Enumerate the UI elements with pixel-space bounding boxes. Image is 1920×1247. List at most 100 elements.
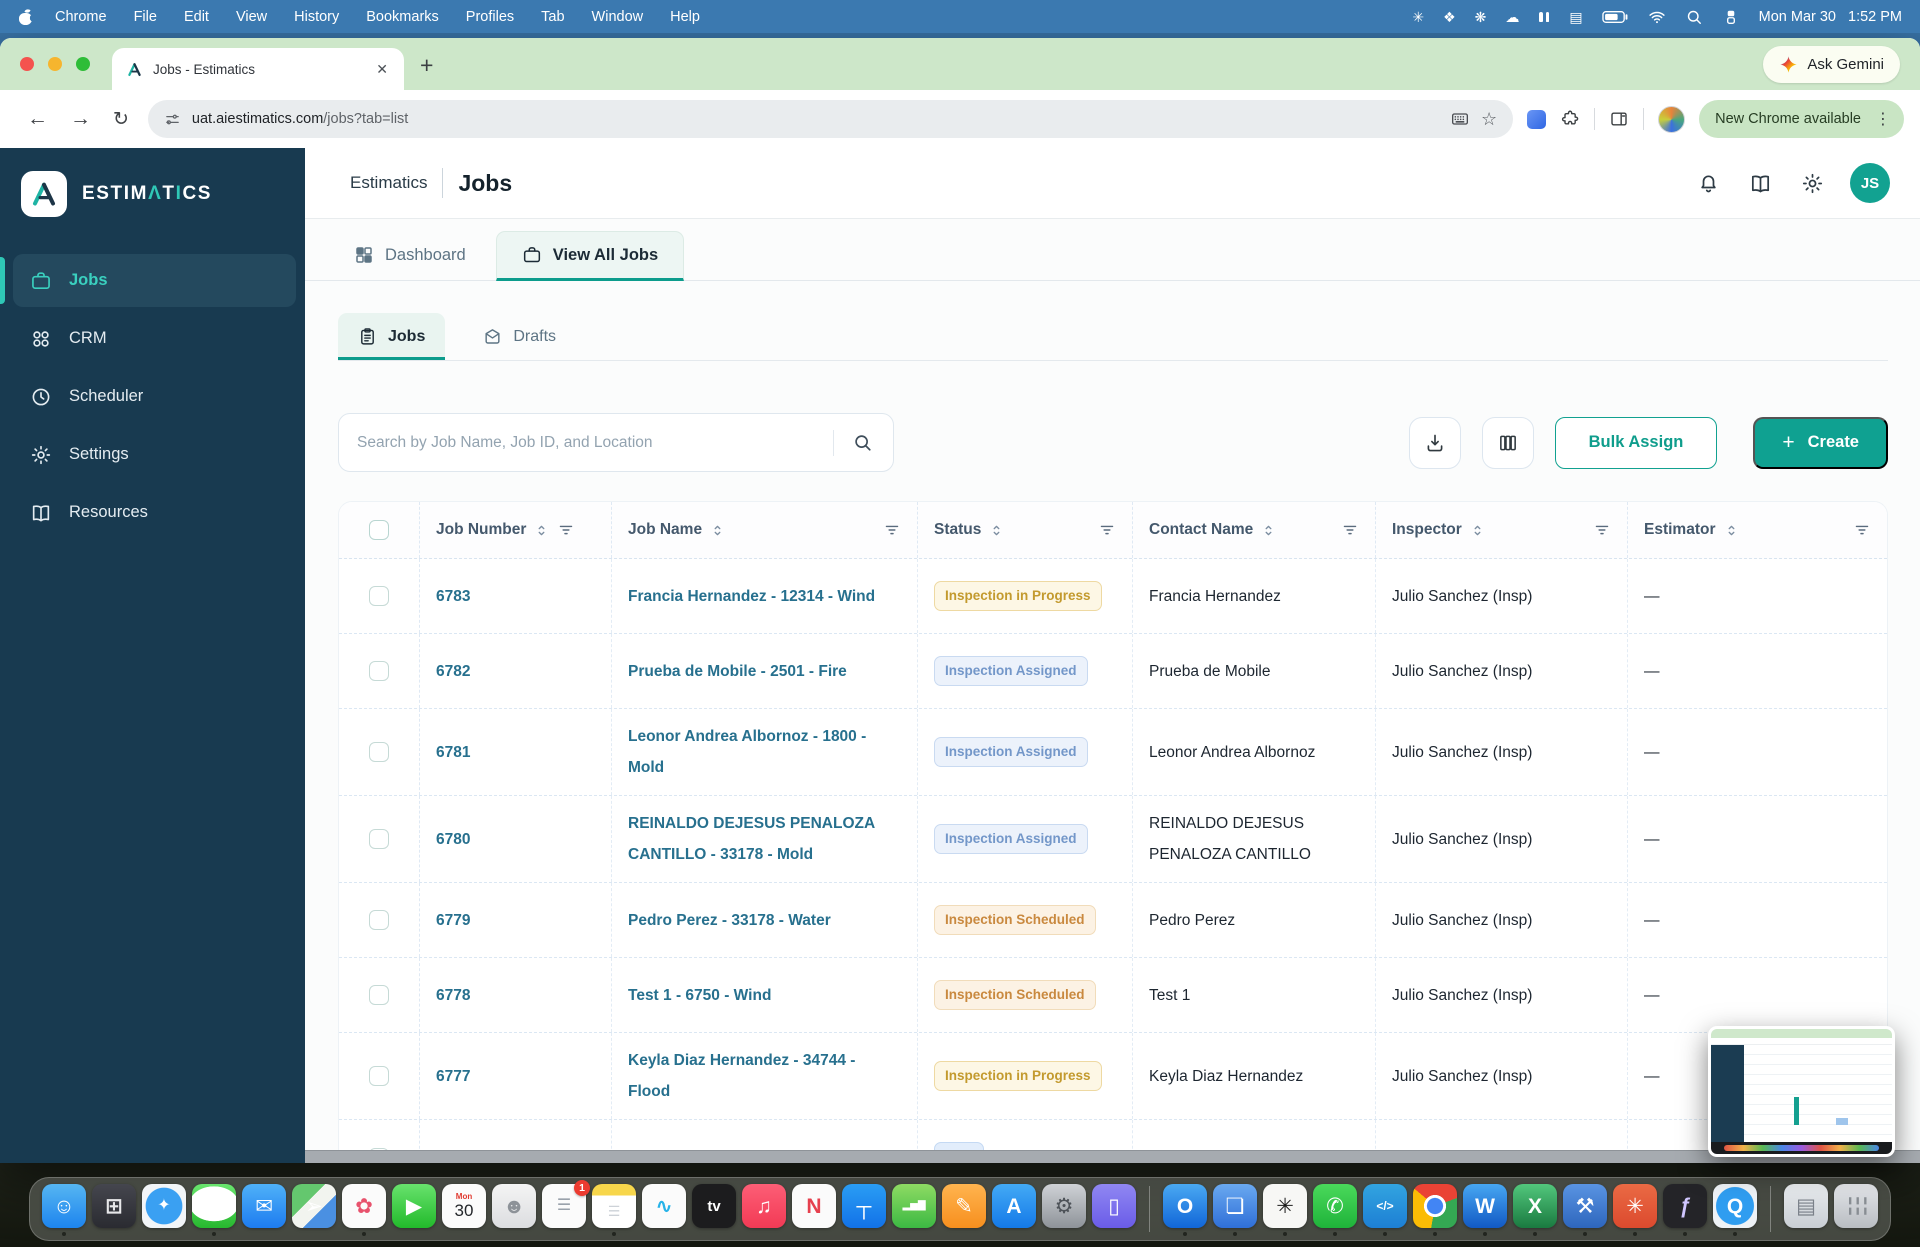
sidebar-item[interactable]: Jobs	[13, 254, 296, 307]
table-row[interactable]: 6779 Pedro Perez - 33178 - Water Inspect…	[339, 883, 1887, 958]
site-settings-icon[interactable]	[164, 111, 181, 128]
new-chrome-available-button[interactable]: New Chrome available ⋮	[1699, 100, 1904, 138]
table-row[interactable]: 6780 REINALDO DEJESUS PENALOZA CANTILLO …	[339, 796, 1887, 883]
tab-groups-icon[interactable]	[1527, 110, 1546, 129]
spotlight-icon[interactable]	[1685, 8, 1703, 26]
dock-app-mail[interactable]: ✉	[242, 1181, 286, 1237]
select-all-checkbox[interactable]	[369, 520, 389, 540]
battery-icon[interactable]	[1602, 10, 1629, 24]
job-name-link[interactable]: Prueba de Mobile - 2501 - Fire	[612, 634, 918, 708]
menubar-menu-item[interactable]: Chrome	[55, 9, 107, 25]
table-row[interactable]: 6782 Prueba de Mobile - 2501 - Fire Insp…	[339, 634, 1887, 709]
filter-icon[interactable]	[883, 521, 901, 539]
window-zoom-button[interactable]	[76, 57, 90, 71]
job-name-link[interactable]: Francia Hernandez - 12314 - Wind	[612, 559, 918, 633]
job-name-link[interactable]: abcd - 90210 - Asbestos	[612, 1120, 918, 1150]
filter-icon[interactable]	[1098, 521, 1116, 539]
dock-app-safari[interactable]: ✦	[142, 1181, 186, 1237]
table-row[interactable]: 6783 Francia Hernandez - 12314 - Wind In…	[339, 559, 1887, 634]
table-row[interactable]: 6781 Leonor Andrea Albornoz - 1800 - Mol…	[339, 709, 1887, 796]
dock-app-bluefolders[interactable]: ❏	[1213, 1181, 1257, 1237]
dock-app-freeform[interactable]: ∿	[642, 1181, 686, 1237]
side-panel-icon[interactable]	[1609, 109, 1629, 129]
dock-app-messages[interactable]	[192, 1181, 236, 1237]
package-icon[interactable]: ▤	[1569, 10, 1582, 24]
sidebar-item[interactable]: Resources	[13, 486, 296, 539]
page-tab[interactable]: Dashboard	[350, 230, 470, 280]
menubar-menu-item[interactable]: Window	[592, 9, 644, 25]
export-download-button[interactable]	[1409, 417, 1461, 469]
job-number-link[interactable]: 6779	[420, 883, 612, 957]
dock-app-finder[interactable]: ☺	[42, 1181, 86, 1237]
dock-app-trash[interactable]: ☷	[1834, 1181, 1878, 1237]
docs-book-icon[interactable]	[1749, 172, 1772, 195]
dock-app-excel[interactable]: X	[1513, 1181, 1557, 1237]
keyboard-icon[interactable]	[1450, 109, 1470, 129]
list-subtab[interactable]: Jobs	[338, 313, 445, 360]
dock-app-vscode[interactable]: </>	[1363, 1181, 1407, 1237]
menubar-clock[interactable]: Mon Mar 30 1:52 PM	[1759, 9, 1902, 25]
menubar-menu-item[interactable]: History	[294, 9, 339, 25]
brand[interactable]: ESTIMΛTICS	[0, 171, 305, 217]
row-checkbox[interactable]	[369, 985, 389, 1005]
menubar-menu-item[interactable]: View	[236, 9, 267, 25]
wifi-icon[interactable]	[1648, 8, 1666, 26]
row-checkbox[interactable]	[369, 1066, 389, 1086]
job-number-link[interactable]: 6782	[420, 634, 612, 708]
filter-icon[interactable]	[557, 521, 575, 539]
search-input[interactable]	[357, 434, 823, 452]
bookmark-star-icon[interactable]: ☆	[1481, 109, 1497, 130]
dock-app-music[interactable]: ♫	[742, 1181, 786, 1237]
dock-app-contacts[interactable]: ☻	[492, 1181, 536, 1237]
back-button[interactable]: ←	[16, 107, 59, 131]
menubar-menu-item[interactable]: File	[134, 9, 157, 25]
row-checkbox[interactable]	[369, 586, 389, 606]
search-box[interactable]	[338, 413, 894, 472]
dock-app-calendar[interactable]: Mon30	[442, 1181, 486, 1237]
bulk-assign-button[interactable]: Bulk Assign	[1555, 417, 1718, 469]
dock-app-appstore[interactable]: A	[992, 1181, 1036, 1237]
sort-icon[interactable]	[709, 522, 726, 539]
openai-icon[interactable]: ❋	[1475, 10, 1487, 24]
dock-app-keynote[interactable]: ┬	[842, 1181, 886, 1237]
column-header[interactable]: Job Name	[612, 502, 918, 558]
job-number-link[interactable]: 6783	[420, 559, 612, 633]
browser-tab[interactable]: Jobs - Estimatics ✕	[112, 48, 404, 90]
dock-app-downloads[interactable]: ▤	[1784, 1181, 1828, 1237]
create-button[interactable]: +Create	[1753, 417, 1888, 469]
window-minimize-button[interactable]	[48, 57, 62, 71]
settings-gear-icon[interactable]	[1801, 172, 1824, 195]
airpods-icon[interactable]	[1538, 11, 1550, 23]
dock-app-maps[interactable]: ➢	[292, 1181, 336, 1237]
dock-app-pages[interactable]: ✎	[942, 1181, 986, 1237]
sidebar-item[interactable]: Scheduler	[13, 370, 296, 423]
job-number-link[interactable]: 6776	[420, 1120, 612, 1150]
sort-icon[interactable]	[1469, 522, 1486, 539]
table-row[interactable]: 6777 Keyla Diaz Hernandez - 34744 - Floo…	[339, 1033, 1887, 1120]
screen-share-preview[interactable]	[1708, 1026, 1895, 1157]
dock-app-news[interactable]: N	[792, 1181, 836, 1237]
notifications-bell-icon[interactable]	[1697, 172, 1720, 195]
sort-icon[interactable]	[988, 522, 1005, 539]
filter-icon[interactable]	[1593, 521, 1611, 539]
dock-app-iphonemirror[interactable]: ▯	[1092, 1181, 1136, 1237]
column-header[interactable]: Job Number	[420, 502, 612, 558]
dock-app-facetime[interactable]: ▶	[392, 1181, 436, 1237]
dock-app-launchpad[interactable]: ⊞	[92, 1181, 136, 1237]
table-row[interactable]: 6776 abcd - 90210 - Asbestos New abcd — …	[339, 1120, 1887, 1150]
dock-app-notes[interactable]: ☰	[592, 1181, 636, 1237]
dock-app-syssettings[interactable]: ⚙	[1042, 1181, 1086, 1237]
row-checkbox[interactable]	[369, 910, 389, 930]
sort-icon[interactable]	[533, 522, 550, 539]
job-name-link[interactable]: Pedro Perez - 33178 - Water	[612, 883, 918, 957]
dock-app-figma[interactable]: ƒ	[1663, 1181, 1707, 1237]
dock-app-numbers[interactable]: ▂▅▇	[892, 1181, 936, 1237]
window-close-button[interactable]	[20, 57, 34, 71]
menubar-menu-item[interactable]: Edit	[184, 9, 209, 25]
list-subtab[interactable]: Drafts	[463, 313, 576, 360]
dock-app-whatsapp[interactable]: ✆	[1313, 1181, 1357, 1237]
column-header[interactable]: Contact Name	[1133, 502, 1376, 558]
forward-button[interactable]: →	[59, 107, 102, 131]
job-name-link[interactable]: REINALDO DEJESUS PENALOZA CANTILLO - 331…	[612, 796, 918, 882]
address-bar[interactable]: uat.aiestimatics.com/jobs?tab=list ☆	[148, 100, 1513, 138]
